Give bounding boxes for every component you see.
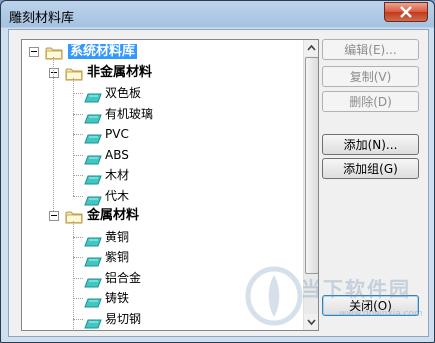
material-icon	[84, 150, 102, 164]
collapse-group-toggle[interactable]	[49, 211, 59, 221]
tree-group-node-label: 非金属材料	[87, 64, 153, 80]
tree-connector-line	[73, 93, 83, 94]
title-bar[interactable]: 雕刻材料库	[1, 1, 434, 29]
tree-leaf-node[interactable]: 木材	[105, 165, 129, 185]
tree-leaf-node-label: 铝合金	[105, 270, 142, 285]
material-tree[interactable]: 系统材料库非金属材料双色板有机玻璃 PVC ABS 木材代木金属材料黄铜紫铜铝合金铸铁…	[21, 39, 319, 331]
tree-leaf-node[interactable]: 铸铁	[105, 288, 129, 308]
tree-leaf-node-label: 易切钢	[105, 311, 142, 326]
watermark-text: 当下软件园	[301, 277, 411, 301]
tree-connector-line	[73, 154, 83, 156]
material-icon	[84, 109, 102, 123]
tree-leaf-node[interactable]: 紫铜	[105, 247, 129, 267]
chevron-down-icon	[307, 319, 316, 326]
tree-connector-line	[73, 257, 83, 258]
tree-connector-line	[73, 77, 74, 196]
scroll-down-button[interactable]	[304, 314, 318, 330]
folder-open-icon	[65, 209, 83, 224]
tree-leaf-node-label: 黄铜	[105, 229, 130, 244]
close-icon	[400, 6, 412, 18]
dialog-window: 雕刻材料库 系统材料库非金属材料双色板有机玻璃 PVC ABS 木材代木金属材料黄铜紫…	[0, 0, 435, 343]
tree-connector-line	[73, 318, 83, 320]
add-group-button[interactable]: 添加组(G)	[322, 158, 419, 179]
tree-leaf-node-label: 代木	[105, 188, 130, 203]
tree-leaf-node[interactable]: 双色板	[105, 83, 141, 103]
tree-leaf-node-label: 紫铜	[105, 250, 130, 264]
edit-button[interactable]: 编辑(E)...	[322, 39, 419, 60]
tree-group-node[interactable]: 金属材料	[87, 206, 139, 226]
tree-connector-line	[73, 113, 83, 115]
watermark-url: www.downxia.com	[339, 309, 423, 319]
tree-root-node-label: 系统材料库	[68, 44, 138, 59]
tree-leaf-node[interactable]: 易切钢	[105, 309, 141, 329]
tree-connector-line	[73, 298, 83, 299]
tree-leaf-node-label: 有机玻璃	[105, 106, 154, 121]
tree-connector-line	[53, 57, 54, 211]
material-icon	[84, 129, 102, 144]
tree-connector-line	[73, 195, 83, 197]
tree-leaf-node[interactable]: PVC	[105, 124, 129, 144]
material-icon	[84, 314, 102, 328]
tree-content: 系统材料库非金属材料双色板有机玻璃 PVC ABS 木材代木金属材料黄铜紫铜铝合金铸铁…	[22, 40, 301, 330]
tree-group-node[interactable]: 非金属材料	[87, 63, 152, 83]
tree-leaf-node[interactable]: 有机玻璃	[105, 104, 153, 124]
tree-root-node[interactable]: 系统材料库	[68, 42, 138, 62]
tree-leaf-node[interactable]: 黄铜	[105, 227, 129, 247]
window-title: 雕刻材料库	[9, 11, 75, 26]
tree-leaf-node[interactable]: ABS	[105, 145, 129, 165]
tree-leaf-node[interactable]: 代木	[105, 186, 129, 206]
material-icon	[84, 252, 102, 267]
folder-open-icon	[45, 45, 63, 60]
add-button[interactable]: 添加(N)...	[322, 134, 419, 155]
delete-button[interactable]: 删除(D)	[322, 91, 419, 112]
material-icon	[84, 170, 102, 185]
tree-leaf-node-label: 铸铁	[105, 291, 130, 305]
tree-group-node-label: 金属材料	[87, 208, 140, 223]
tree-connector-line	[73, 277, 83, 279]
material-icon	[84, 88, 102, 103]
tree-leaf-node-label: 双色板	[105, 86, 142, 100]
tree-leaf-node[interactable]: 不锈钢	[105, 329, 141, 330]
tree-leaf-node-label: 木材	[105, 168, 130, 182]
folder-open-icon	[65, 66, 83, 80]
tree-leaf-node-label: PVC	[105, 127, 129, 141]
chevron-up-icon	[307, 44, 316, 51]
window-close-button[interactable]	[384, 2, 428, 22]
scroll-thumb[interactable]	[305, 57, 318, 274]
material-icon	[84, 293, 102, 308]
tree-connector-line	[73, 236, 83, 238]
tree-connector-line	[73, 221, 74, 330]
scroll-up-button[interactable]	[304, 40, 318, 56]
tree-leaf-node[interactable]: 铝合金	[105, 268, 141, 288]
tree-connector-line	[73, 175, 83, 176]
tree-connector-line	[73, 134, 83, 135]
material-icon	[84, 273, 102, 287]
collapse-group-toggle[interactable]	[49, 67, 59, 78]
collapse-root-toggle[interactable]	[29, 47, 39, 57]
tree-leaf-node-label: ABS	[105, 147, 129, 162]
copy-button[interactable]: 复制(V)	[322, 66, 419, 87]
material-icon	[84, 191, 102, 205]
material-icon	[84, 232, 102, 246]
